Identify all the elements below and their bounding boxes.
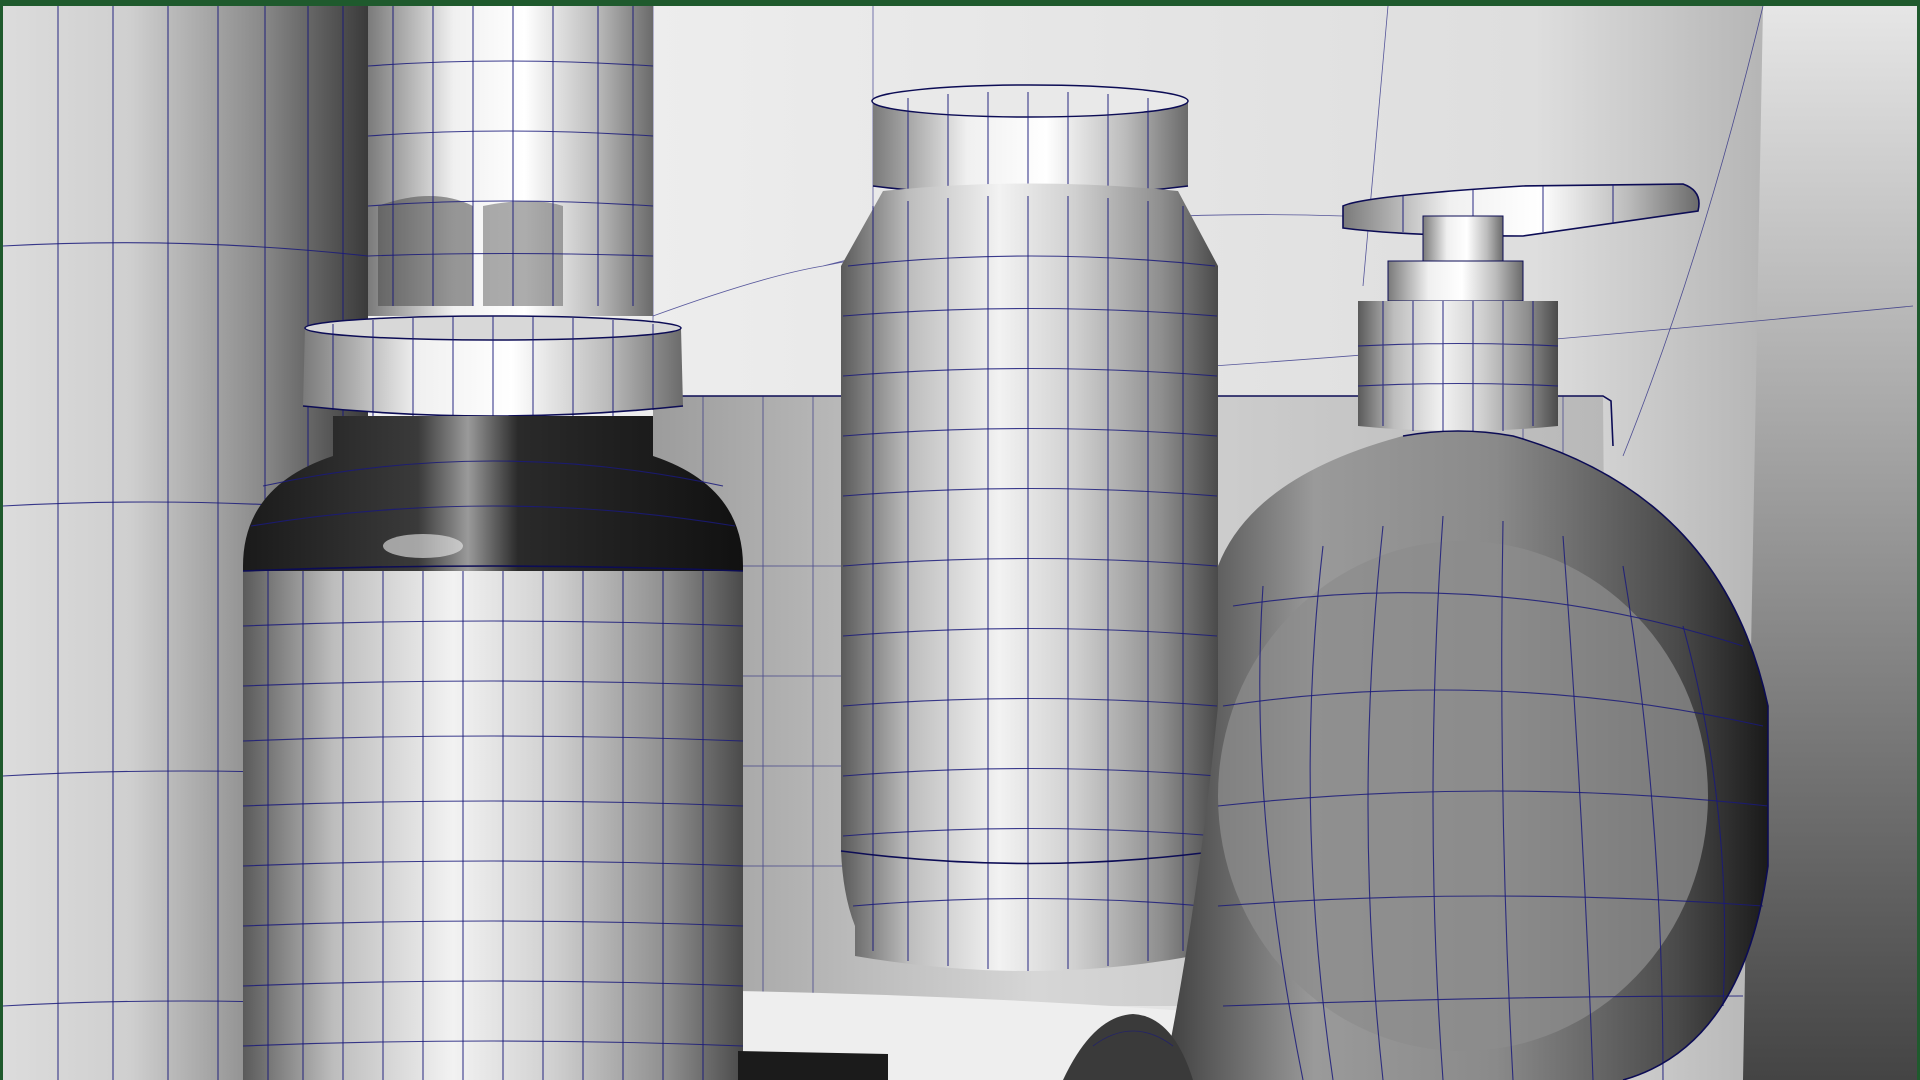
scene-canvas[interactable]: [3, 6, 1917, 1080]
3d-viewport[interactable]: [3, 6, 1917, 1080]
center-capped-jar: [840, 84, 1219, 971]
dark-shoulder-jar: [242, 416, 744, 1080]
